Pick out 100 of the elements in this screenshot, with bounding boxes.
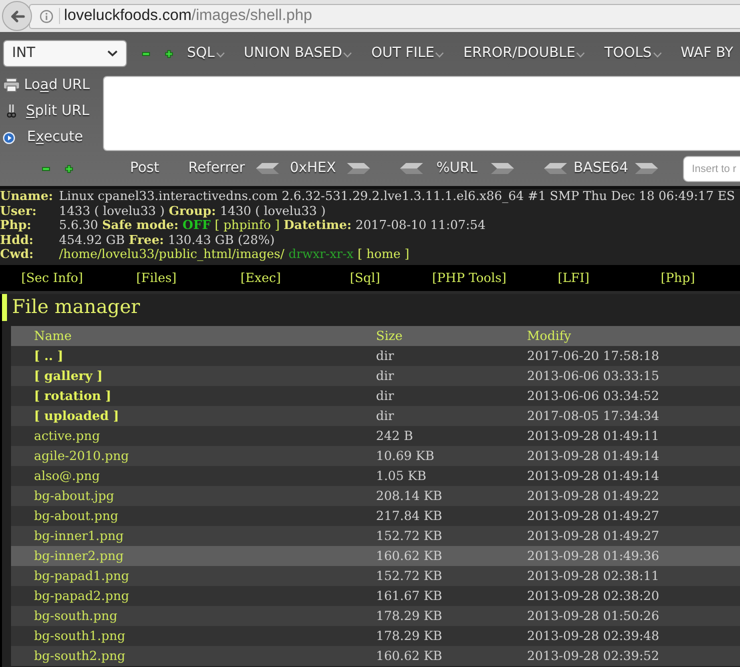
url-textarea[interactable] [103, 76, 740, 151]
info-value: 454.92 GB [59, 232, 125, 247]
nav-link[interactable]: [Php] [660, 268, 695, 288]
file-link[interactable]: also@.png [34, 468, 100, 483]
info-label: Group: [168, 204, 216, 218]
file-row[interactable]: also@.png 1.05 KB 2013-09-28 01:49:14 [11, 466, 740, 486]
right-chevron-icon[interactable] [634, 163, 658, 174]
nav-link[interactable]: [PHP Tools] [432, 268, 506, 288]
file-row[interactable]: agile-2010.png 10.69 KB 2013-09-28 01:49:14 [11, 446, 740, 466]
info-label: Hdd: [0, 232, 34, 246]
plus-icon[interactable] [65, 164, 73, 172]
modified-date: 2013-06-06 03:34:52 [527, 388, 660, 403]
nav-link[interactable]: [Exec] [240, 268, 281, 288]
left-chevron-icon[interactable] [256, 163, 279, 174]
menu-button[interactable]: WAF BY [680, 43, 734, 64]
split-url-button[interactable]: Split URL [0, 98, 103, 125]
modified-date: 2013-09-28 01:49:27 [527, 508, 660, 523]
column-header[interactable]: Name [34, 328, 72, 343]
right-chevron-icon[interactable] [346, 163, 370, 174]
info-link[interactable]: [ home ] [358, 247, 410, 262]
file-size: 178.29 KB [376, 628, 442, 643]
file-row[interactable]: bg-south1.png 178.29 KB 2013-09-28 02:39:48 [11, 626, 740, 646]
file-link[interactable]: bg-papad1.png [34, 568, 130, 583]
folder-link[interactable]: [ .. ] [34, 348, 64, 363]
file-link[interactable]: bg-inner2.png [34, 548, 124, 563]
menu-button[interactable]: UNION BASED [244, 43, 352, 64]
info-value: 5.6.30 [59, 218, 98, 232]
info-link[interactable]: [ phpinfo ] [214, 218, 280, 232]
toggle-button[interactable]: Post [130, 158, 160, 179]
modified-date: 2017-06-20 17:58:18 [527, 348, 660, 363]
column-header[interactable]: Modify [527, 328, 572, 343]
file-row[interactable]: bg-inner1.png 152.72 KB 2013-09-28 01:49:27 [11, 526, 740, 546]
load-url-button[interactable]: Load URL [0, 72, 103, 98]
menu-button[interactable]: TOOLS [604, 43, 662, 64]
file-link[interactable]: bg-about.png [34, 508, 118, 523]
permissions-text: drwxr-xr-x [288, 247, 354, 262]
nav-link[interactable]: [Sec Info] [21, 268, 84, 288]
folder-link[interactable]: [ rotation ] [34, 388, 112, 403]
file-row[interactable]: [ gallery ] dir 2013-06-06 03:33:15 [11, 366, 740, 386]
file-size: 178.29 KB [376, 608, 442, 623]
insert-field[interactable]: Insert to r [682, 156, 740, 182]
toggle-button[interactable]: Referrer [188, 158, 245, 179]
plus-icon[interactable] [165, 50, 173, 58]
file-row[interactable]: bg-papad2.png 161.67 KB 2013-09-28 02:38:20 [11, 586, 740, 606]
back-button[interactable] [2, 1, 32, 31]
file-row[interactable]: bg-about.png 217.84 KB 2013-09-28 01:49:27 [11, 506, 740, 526]
folder-link[interactable]: [ uploaded ] [34, 408, 119, 423]
file-row[interactable]: active.png 242 B 2013-09-28 01:49:11 [11, 426, 740, 446]
modified-date: 2013-09-28 01:49:14 [527, 468, 660, 483]
file-row[interactable]: bg-inner2.png 160.62 KB 2013-09-28 01:49:36 [11, 546, 740, 566]
nav-link[interactable]: [Files] [136, 268, 177, 288]
file-row[interactable]: [ rotation ] dir 2013-06-06 03:34:52 [11, 386, 740, 406]
nav-link[interactable]: [LFI] [558, 268, 590, 288]
address-bar[interactable]: loveluckfoods.com/images/shell.php [29, 4, 740, 28]
status-text: OFF [182, 218, 211, 232]
info-label: Safe mode: [102, 218, 179, 232]
path-link[interactable]: /home/lovelu33/public_html/images/ [59, 247, 284, 262]
file-link[interactable]: bg-about.jpg [34, 488, 114, 503]
info-label: Php: [0, 217, 32, 232]
file-link[interactable]: bg-inner1.png [34, 528, 124, 543]
scissors-icon [7, 104, 16, 118]
play-icon [3, 132, 15, 144]
file-size: 160.62 KB [376, 548, 442, 563]
encoding-label: 0xHEX [290, 159, 336, 178]
info-icon[interactable] [40, 10, 53, 22]
file-link[interactable]: bg-south.png [34, 608, 118, 623]
file-row[interactable]: bg-south.png 178.29 KB 2013-09-28 01:50:26 [11, 606, 740, 626]
encoding-label: %URL [436, 159, 478, 178]
file-link[interactable]: bg-papad2.png [34, 588, 130, 603]
info-label: Cwd: [0, 246, 34, 261]
file-size: 1.05 KB [376, 468, 426, 483]
file-size: 10.69 KB [376, 448, 434, 463]
nav-link[interactable]: [Sql] [350, 268, 380, 288]
menu-button[interactable]: ERROR/DOUBLE [463, 43, 586, 64]
modified-date: 2013-09-28 02:38:20 [527, 588, 660, 603]
menu-button[interactable]: OUT FILE [371, 43, 444, 64]
file-link[interactable]: bg-south1.png [34, 628, 126, 643]
left-chevron-icon[interactable] [544, 163, 567, 174]
mode-select[interactable]: INT [3, 40, 127, 67]
file-row[interactable]: [ uploaded ] dir 2017-08-05 17:34:34 [11, 406, 740, 426]
file-row[interactable]: bg-about.jpg 208.14 KB 2013-09-28 01:49:22 [11, 486, 740, 506]
file-link[interactable]: agile-2010.png [34, 448, 129, 463]
modified-date: 2013-09-28 01:49:11 [527, 428, 660, 443]
encoding-label: BASE64 [574, 159, 628, 178]
menu-button[interactable]: SQL [187, 43, 225, 64]
file-row[interactable]: [ .. ] dir 2017-06-20 17:58:18 [11, 346, 740, 366]
right-chevron-icon[interactable] [490, 163, 514, 174]
folder-link[interactable]: [ gallery ] [34, 368, 103, 383]
left-chevron-icon[interactable] [400, 163, 423, 174]
file-link[interactable]: active.png [34, 428, 100, 443]
section-title: File manager [2, 294, 740, 321]
execute-button[interactable]: Execute [0, 124, 103, 151]
info-label: Free: [128, 232, 164, 247]
minus-icon[interactable] [142, 52, 150, 56]
file-row[interactable]: bg-papad1.png 152.72 KB 2013-09-28 02:38:11 [11, 566, 740, 586]
minus-icon[interactable] [42, 166, 50, 170]
column-header[interactable]: Size [376, 328, 403, 343]
caret-icon [435, 52, 444, 58]
file-link[interactable]: bg-south2.png [34, 648, 126, 663]
file-row[interactable]: bg-south2.png 160.62 KB 2013-09-28 02:39:52 [11, 646, 740, 666]
